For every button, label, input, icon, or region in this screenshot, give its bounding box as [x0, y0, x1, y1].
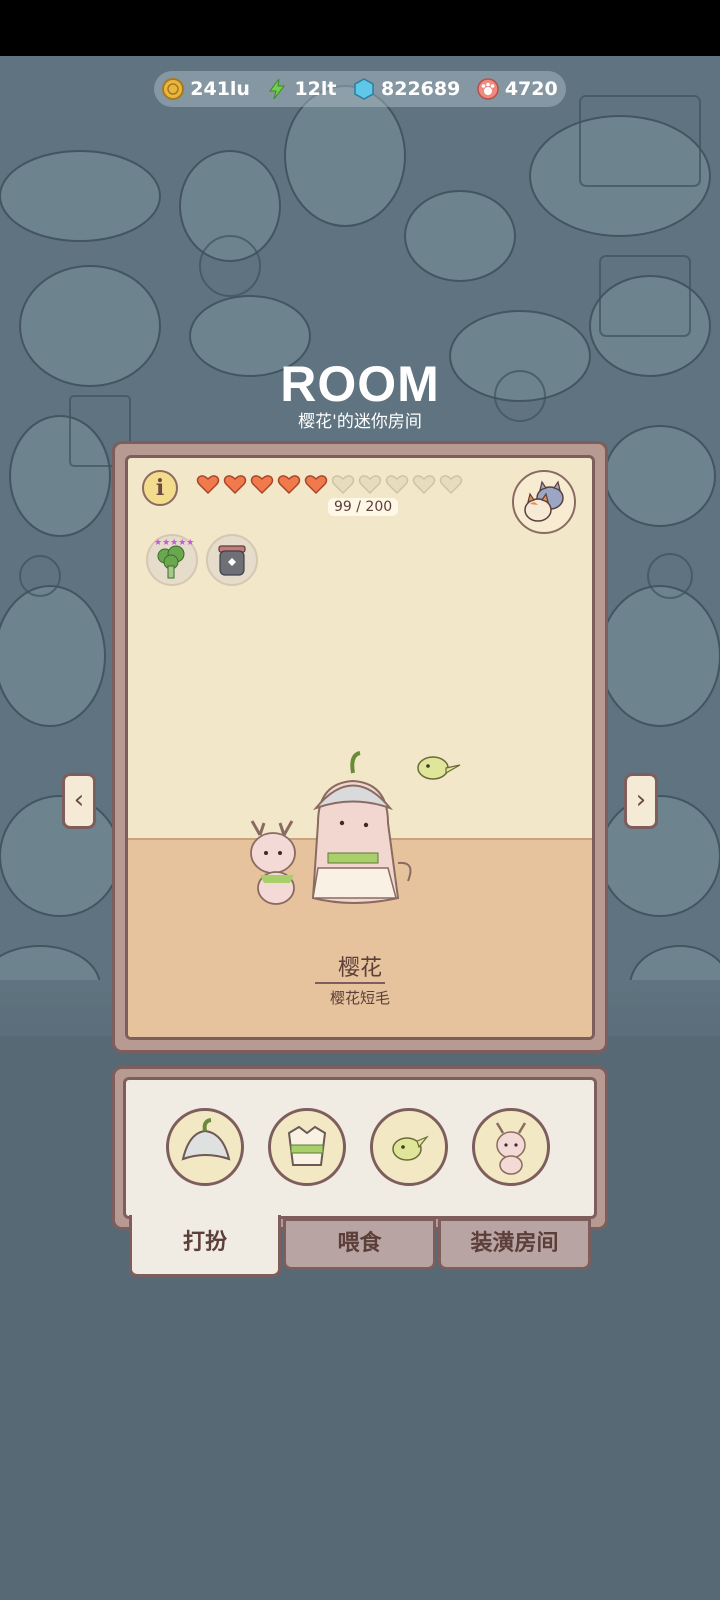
prev-room-button[interactable]: ‹ — [62, 773, 96, 829]
coin-counter[interactable]: 241lu — [162, 78, 250, 100]
bird-slot[interactable] — [370, 1108, 448, 1186]
tab-decorate-room[interactable]: 装潢房间 — [438, 1218, 591, 1270]
room-characters — [250, 751, 461, 905]
energy-value: 12lt — [294, 78, 337, 100]
heart-empty-icon — [385, 475, 409, 495]
info-button[interactable]: i — [142, 470, 178, 506]
room-card: i 99 / 200 ★★★★★ 樱花 樱花短毛 — [125, 455, 595, 1040]
paw-value: 4720 — [504, 78, 558, 100]
lightning-icon — [269, 78, 286, 100]
next-room-button[interactable]: › — [624, 773, 658, 829]
shirt-icon — [287, 1125, 327, 1166]
bird-pet[interactable] — [417, 756, 461, 780]
heart-filled-icon — [304, 475, 328, 495]
heart-filled-icon — [223, 475, 247, 495]
deer-slot[interactable] — [472, 1108, 550, 1186]
cat-name: 樱花 — [337, 956, 382, 981]
jar-item-slot[interactable] — [206, 534, 258, 586]
bird-icon — [392, 1135, 429, 1161]
coin-icon — [162, 78, 185, 100]
heart-empty-icon — [358, 475, 382, 495]
jar-icon — [218, 545, 246, 576]
broccoli-icon: ★★★★★ — [154, 538, 194, 579]
svg-text:★★★★★: ★★★★★ — [154, 538, 194, 548]
paw-icon — [477, 78, 499, 100]
heart-empty-icon — [331, 475, 355, 495]
room-title: ROOM — [280, 356, 440, 412]
heart-empty-icon — [439, 475, 463, 495]
hat-icon — [181, 1118, 231, 1161]
affection-counter: 99 / 200 — [328, 498, 399, 516]
gem-counter[interactable]: 822689 — [353, 78, 460, 100]
coin-value: 241lu — [190, 78, 250, 100]
heart-empty-icon — [412, 475, 436, 495]
gem-value: 822689 — [381, 78, 461, 100]
heart-filled-icon — [196, 475, 220, 495]
cat-character[interactable] — [311, 751, 412, 904]
paw-counter[interactable]: 4720 — [477, 78, 558, 100]
status-bar — [0, 0, 720, 56]
switch-cat-button[interactable] — [512, 470, 576, 534]
name-divider — [315, 982, 385, 984]
energy-counter[interactable]: 12lt — [266, 78, 337, 100]
cats-icon — [524, 480, 564, 522]
hat-slot[interactable] — [166, 1108, 244, 1186]
tab-feed[interactable]: 喂食 — [283, 1218, 436, 1270]
heart-filled-icon — [277, 475, 301, 495]
room-subtitle: 樱花'的迷你房间 — [298, 412, 422, 432]
affection-hearts — [196, 473, 463, 495]
heart-filled-icon — [250, 475, 274, 495]
deer-pet[interactable] — [250, 820, 296, 905]
clothes-slot[interactable] — [268, 1108, 346, 1186]
tab-dress-up[interactable]: 打扮 — [129, 1215, 281, 1277]
broccoli-item-slot[interactable]: ★★★★★ — [146, 534, 198, 586]
gem-icon — [354, 78, 374, 100]
deer-icon — [495, 1122, 527, 1175]
currency-bar: 241lu 12lt 822689 4720 — [154, 71, 566, 107]
cat-breed: 樱花短毛 — [329, 989, 390, 1007]
